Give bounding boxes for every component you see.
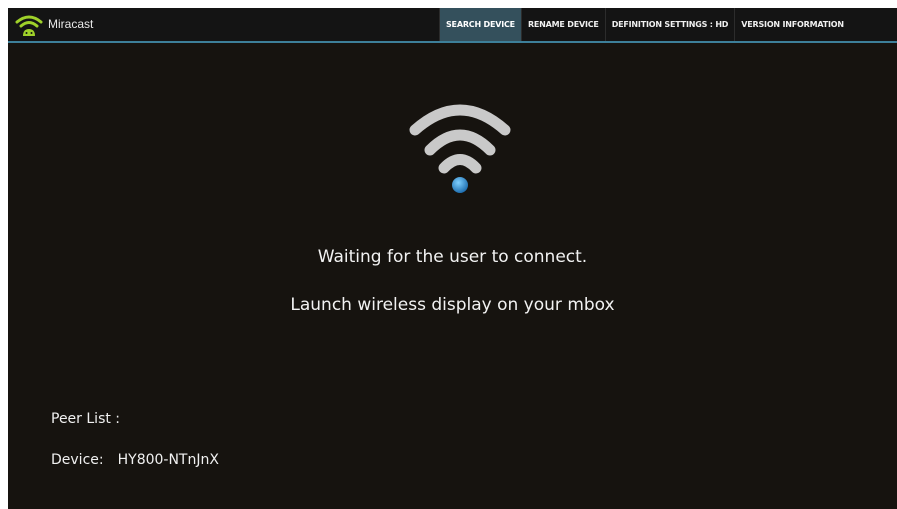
device-name: HY800-NTnJnX bbox=[117, 452, 219, 468]
app-title: Miracast bbox=[48, 17, 94, 31]
instruction-message: Launch wireless display on your mbox bbox=[290, 295, 615, 315]
device-label: Device: bbox=[51, 452, 104, 468]
status-message: Waiting for the user to connect. bbox=[317, 247, 588, 267]
tab-search-device[interactable]: SEARCH DEVICE bbox=[439, 8, 521, 41]
tab-rename-device[interactable]: RENAME DEVICE bbox=[520, 8, 605, 41]
top-bar: Miracast SEARCH DEVICE RENAME DEVICE DEF… bbox=[8, 8, 897, 43]
miracast-screen: Miracast SEARCH DEVICE RENAME DEVICE DEF… bbox=[8, 8, 897, 509]
wifi-robot-icon bbox=[15, 15, 43, 36]
peer-device-row[interactable]: Device: HY800-NTnJnX bbox=[51, 452, 219, 468]
tab-version-information[interactable]: VERSION INFORMATION bbox=[734, 8, 850, 41]
tab-definition-settings[interactable]: DEFINITION SETTINGS : HD bbox=[604, 8, 735, 41]
wifi-signal-icon bbox=[409, 104, 511, 193]
peer-list-label: Peer List : bbox=[51, 411, 121, 427]
tab-bar: SEARCH DEVICE RENAME DEVICE DEFINITION S… bbox=[439, 8, 897, 41]
